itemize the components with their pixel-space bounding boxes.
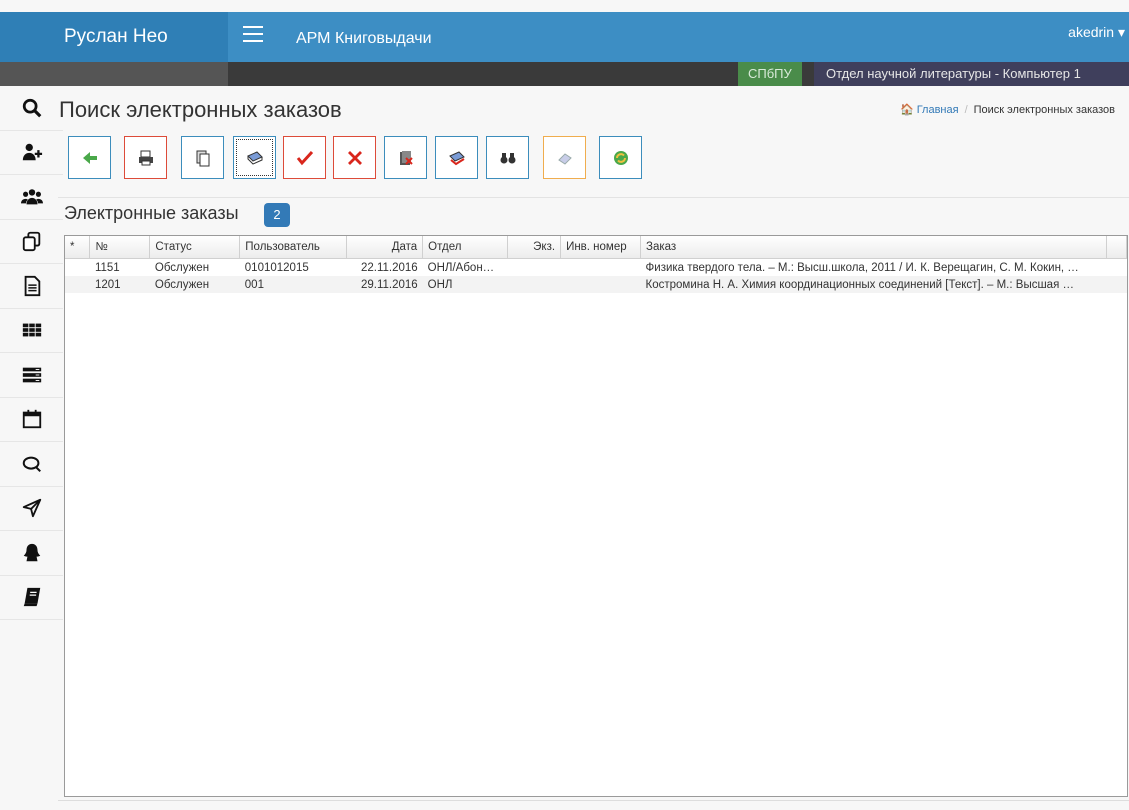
column-header-status[interactable]: Статус <box>149 236 241 259</box>
column-header-star[interactable]: * <box>65 236 91 259</box>
breadcrumb-home-link[interactable]: Главная <box>917 104 959 116</box>
sidebar-item-send[interactable] <box>0 487 63 531</box>
status-bar-left <box>0 62 228 86</box>
refresh-button[interactable] <box>599 136 642 179</box>
breadcrumb-current: Поиск электронных заказов <box>973 104 1115 116</box>
cancel-book-button[interactable] <box>384 136 427 179</box>
cell-status: Обслужен <box>154 261 210 274</box>
cell-inventory <box>561 259 641 277</box>
send-icon <box>22 499 41 518</box>
print-icon <box>138 150 153 165</box>
book-cancel-icon <box>399 150 413 165</box>
column-header-copies[interactable]: Экз. <box>507 236 562 259</box>
delete-button[interactable] <box>333 136 376 179</box>
copy-pages-icon <box>196 150 209 166</box>
add-user-icon <box>22 144 42 161</box>
sidebar-item-books[interactable] <box>0 576 63 620</box>
sidebar-item-copies[interactable] <box>0 220 63 264</box>
sidebar-item-person[interactable] <box>0 531 63 576</box>
issue-book-button[interactable] <box>233 136 276 179</box>
server-icon <box>22 367 41 383</box>
table-header-row: * № Статус Пользователь Дата Отдел Экз. … <box>65 236 1128 259</box>
calendar-icon <box>22 410 41 429</box>
column-header-number[interactable]: № <box>89 236 151 259</box>
sidebar <box>0 86 63 810</box>
department-tag: Отдел научной литературы - Компьютер 1 <box>814 62 1129 86</box>
column-header-department[interactable]: Отдел <box>422 236 509 259</box>
back-icon <box>82 151 97 164</box>
book-icon <box>23 588 40 607</box>
column-header-user[interactable]: Пользователь <box>239 236 348 259</box>
caret-down-icon: ▾ <box>1117 24 1125 40</box>
return-book-button[interactable] <box>435 136 478 179</box>
breadcrumb: 🏠 Главная / Поиск электронных заказов <box>899 104 1115 116</box>
cell-user: 0101012015 <box>244 261 309 274</box>
users-icon <box>20 188 43 205</box>
column-header-inventory[interactable]: Инв. номер <box>560 236 642 259</box>
copy-icon <box>22 232 40 252</box>
orders-count-badge: 2 <box>264 203 290 227</box>
sidebar-item-search[interactable] <box>0 86 63 131</box>
eraser-icon <box>557 152 572 165</box>
cell-number: 1201 <box>89 276 150 293</box>
user-menu[interactable]: akedrin ▾ <box>1068 12 1125 52</box>
page-title: Поиск электронных заказов <box>59 97 342 122</box>
cell-user: 001 <box>239 276 347 293</box>
sidebar-item-comments[interactable] <box>0 442 63 487</box>
hamburger-menu-icon[interactable] <box>243 26 263 46</box>
copy-pages-button[interactable] <box>181 136 224 179</box>
cell-number: 1151 <box>94 261 120 274</box>
back-button[interactable] <box>68 136 111 179</box>
table-row[interactable]: 1151 Обслужен 0101012015 22.11.2016 ОНЛ/… <box>65 259 1127 277</box>
sidebar-item-server[interactable] <box>0 353 63 398</box>
orders-table: * № Статус Пользователь Дата Отдел Экз. … <box>64 235 1128 797</box>
cell-department: ОНЛ <box>422 276 508 293</box>
refresh-icon <box>613 150 628 165</box>
section-divider <box>58 197 1129 198</box>
cell-date: 29.11.2016 <box>346 276 423 293</box>
sidebar-item-documents[interactable] <box>0 264 63 309</box>
bottom-divider <box>58 800 1129 801</box>
cell-star <box>65 259 90 277</box>
cell-order: Костромина Н. А. Химия координационных с… <box>640 276 1107 293</box>
cell-copies <box>508 259 561 277</box>
sidebar-item-add-user[interactable] <box>0 131 63 175</box>
search-icon <box>22 98 41 118</box>
column-header-filler <box>1106 236 1128 259</box>
table-row[interactable]: 1201 Обслужен 001 29.11.2016 ОНЛ Костром… <box>65 276 1127 293</box>
sidebar-item-users[interactable] <box>0 175 63 220</box>
cell-inventory <box>560 276 641 293</box>
cell-date: 22.11.2016 <box>360 261 418 274</box>
column-header-date[interactable]: Дата <box>346 236 424 259</box>
book-issue-icon <box>246 150 263 165</box>
app-title: АРМ Книговыдачи <box>296 30 432 47</box>
book-return-icon <box>448 150 465 165</box>
column-header-order[interactable]: Заказ <box>640 236 1107 259</box>
print-button[interactable] <box>124 136 167 179</box>
confirm-button[interactable] <box>283 136 326 179</box>
cell-department: ОНЛ/Абон… <box>427 261 495 274</box>
orders-section-title: Электронные заказы <box>64 203 239 223</box>
username: akedrin <box>1068 24 1115 40</box>
cell-order: Физика твердого тела. – М.: Высш.школа, … <box>645 261 1079 274</box>
find-button[interactable] <box>486 136 529 179</box>
cell-star <box>65 276 90 293</box>
sidebar-item-grid[interactable] <box>0 309 63 353</box>
delete-icon <box>347 150 362 165</box>
brand-logo[interactable]: Руслан Нео <box>0 12 228 62</box>
cell-copies <box>507 276 561 293</box>
sidebar-item-calendar[interactable] <box>0 398 63 442</box>
cell-status: Обслужен <box>149 276 240 293</box>
organization-tag: СПбПУ <box>738 62 802 86</box>
home-icon: 🏠 <box>899 104 914 116</box>
comments-icon <box>22 456 41 472</box>
check-icon <box>296 150 313 165</box>
person-icon <box>23 543 40 561</box>
grid-icon <box>22 323 41 337</box>
clear-button[interactable] <box>543 136 586 179</box>
document-icon <box>24 275 40 296</box>
binoculars-icon <box>500 152 515 163</box>
